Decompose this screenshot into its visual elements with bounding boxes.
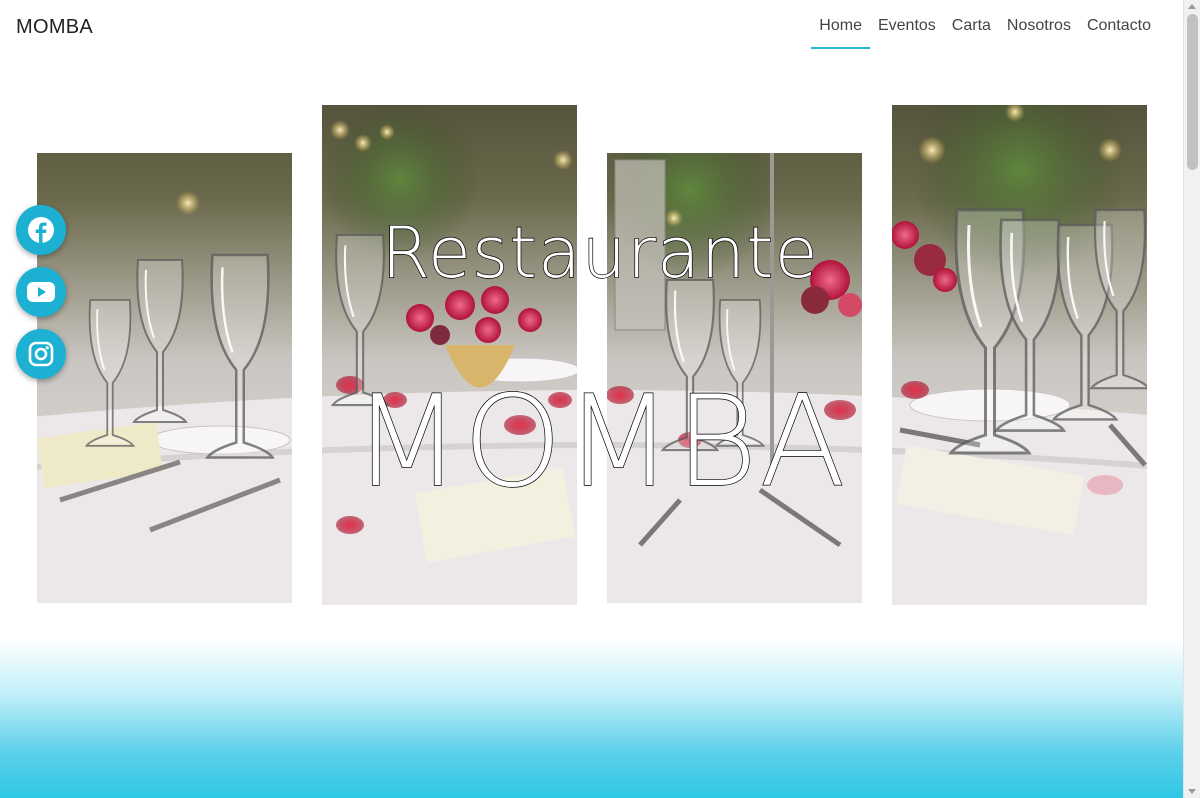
youtube-button[interactable] [16,267,66,317]
nav-item-carta[interactable]: Carta [944,15,999,49]
site-header: MOMBA Home Eventos Carta Nosotros Contac… [0,0,1183,56]
hero-image-panel-2 [322,105,577,605]
scroll-down-arrow-icon[interactable] [1188,789,1196,794]
bottom-gradient-band [0,640,1183,798]
vertical-scrollbar[interactable] [1183,0,1200,798]
scroll-up-arrow-icon[interactable] [1188,4,1196,9]
instagram-icon [28,341,54,367]
nav-item-nosotros[interactable]: Nosotros [999,15,1079,49]
scroll-thumb[interactable] [1187,14,1198,170]
hero-title-restaurante: Restaurante [381,211,819,294]
nav-item-contacto[interactable]: Contacto [1079,15,1159,49]
facebook-icon [28,217,54,243]
nav-item-home[interactable]: Home [811,15,870,49]
hero-title-momba: MOMBA [352,367,848,515]
brand-logo[interactable]: MOMBA [16,16,93,39]
nav-item-eventos[interactable]: Eventos [870,15,944,49]
instagram-button[interactable] [16,329,66,379]
hero-image-panel-4 [892,105,1147,605]
main-nav: Home Eventos Carta Nosotros Contacto [811,15,1159,49]
facebook-button[interactable] [16,205,66,255]
youtube-icon [27,282,55,302]
